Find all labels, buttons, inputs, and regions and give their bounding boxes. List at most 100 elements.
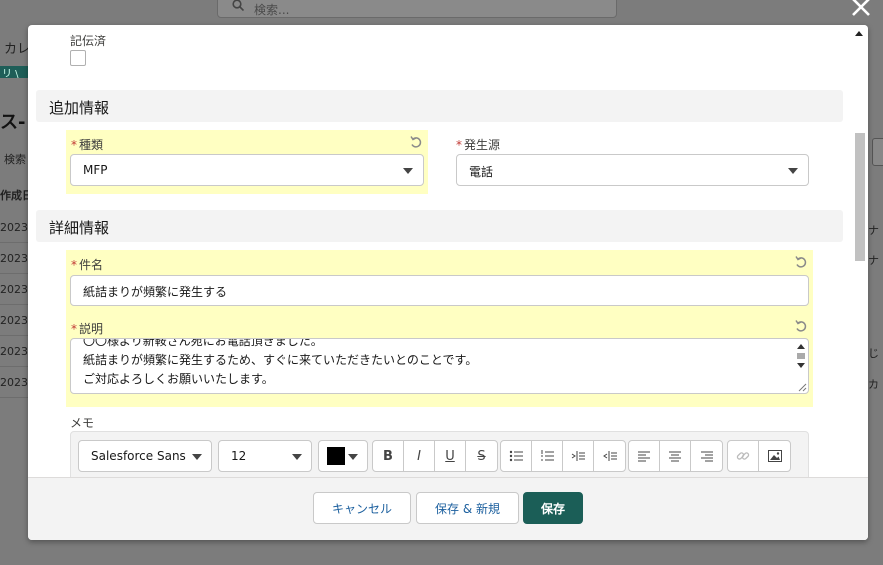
scroll-down-icon[interactable]	[797, 363, 805, 368]
align-center-button[interactable]	[660, 441, 691, 471]
modal-scrollbar[interactable]	[850, 25, 868, 540]
required-marker: *	[456, 138, 462, 152]
chevron-down-icon	[348, 454, 358, 460]
subject-field-label: * 件名	[71, 256, 103, 273]
origin-select-value: 電話	[469, 165, 494, 179]
required-marker: *	[71, 138, 77, 152]
font-size-value: 12	[231, 449, 247, 463]
bg-table-row: 2023/0	[0, 367, 39, 398]
link-icon	[736, 452, 750, 460]
type-select-value: MFP	[83, 163, 108, 177]
numbered-list-icon	[541, 450, 554, 461]
scroll-up-icon[interactable]	[855, 31, 863, 36]
type-field-label-text: 種類	[79, 138, 104, 152]
rich-text-toolbar: Salesforce Sans 12 B I U S	[70, 431, 809, 477]
global-search-placeholder: 検索...	[254, 3, 290, 17]
align-left-button[interactable]	[629, 441, 660, 471]
list-button-group	[500, 440, 626, 472]
font-family-select[interactable]: Salesforce Sans	[78, 440, 212, 472]
chevron-down-icon	[192, 454, 202, 460]
description-lines: 〇〇様より新鞍さん宛にお電話頂きました。 紙詰まりが頻繁に発生するため、すぐに来…	[83, 338, 478, 389]
align-right-button[interactable]	[691, 441, 722, 471]
format-button-group: B I U S	[372, 440, 498, 472]
global-search-box: 検索...	[217, 0, 617, 18]
bg-nav-tab: カレ	[4, 42, 31, 57]
bg-table-row: 2023/0	[0, 274, 39, 305]
bg-side-button	[872, 138, 883, 166]
bg-nav-band: リ \	[0, 66, 28, 80]
resize-handle-icon[interactable]	[798, 383, 807, 392]
bg-row-cell: じ	[868, 347, 879, 360]
required-marker: *	[71, 322, 77, 336]
chevron-down-icon	[403, 168, 413, 174]
strikethrough-icon: S	[477, 448, 486, 464]
underline-button[interactable]: U	[435, 441, 466, 471]
bg-table-row: 2023/0	[0, 305, 39, 336]
modal-body: 記伝済 追加情報 * 種類 MFP * 発生源 電話 詳細情報 * 件名 紙詰まりが頻…	[28, 25, 850, 477]
color-swatch	[327, 447, 345, 465]
scroll-thumb[interactable]	[855, 133, 865, 261]
font-size-select[interactable]: 12	[218, 440, 312, 472]
section-header-detail[interactable]: 詳細情報	[36, 210, 843, 242]
image-button[interactable]	[759, 441, 790, 471]
italic-button[interactable]: I	[404, 441, 435, 471]
search-icon	[232, 0, 244, 11]
insert-button-group	[727, 440, 791, 472]
align-right-icon	[700, 451, 713, 462]
bg-row-cell: カ	[868, 378, 879, 391]
checkbox-label: 記伝済	[70, 34, 107, 48]
subject-input[interactable]: 紙詰まりが頻繁に発生する	[70, 275, 809, 306]
scroll-thumb[interactable]	[797, 353, 805, 359]
chevron-down-icon	[292, 454, 302, 460]
origin-field-label-text: 発生源	[464, 138, 501, 152]
new-case-modal: 記伝済 追加情報 * 種類 MFP * 発生源 電話 詳細情報 * 件名 紙詰まりが頻…	[28, 25, 868, 540]
description-field-label-text: 説明	[79, 322, 104, 336]
link-button[interactable]	[728, 441, 759, 471]
font-family-value: Salesforce Sans	[91, 449, 186, 463]
bg-search-label: 検索	[4, 153, 26, 166]
description-line: 〇〇様より新鞍さん宛にお電話頂きました。	[83, 338, 323, 348]
description-line: 紙詰まりが頻繁に発生するため、すぐに来ていただきたいとのことです。	[83, 353, 478, 367]
description-field-label: * 説明	[71, 320, 103, 337]
bullet-list-button[interactable]	[501, 441, 532, 471]
subject-field-label-text: 件名	[79, 258, 104, 272]
numbered-list-button[interactable]	[532, 441, 563, 471]
description-line: ご対応よろしくお願いいたします。	[83, 372, 274, 386]
indent-icon	[571, 451, 585, 461]
description-textarea[interactable]: 〇〇様より新鞍さん宛にお電話頂きました。 紙詰まりが頻繁に発生するため、すぐに来…	[70, 338, 809, 394]
align-left-icon	[638, 451, 650, 462]
recorded-checkbox[interactable]	[70, 50, 86, 66]
save-and-new-button[interactable]: 保存 & 新規	[416, 492, 519, 524]
underline-icon: U	[445, 448, 455, 464]
strikethrough-button[interactable]: S	[466, 441, 497, 471]
chevron-down-icon	[788, 168, 798, 174]
bg-table-row: 2023/0	[0, 336, 39, 367]
align-button-group	[628, 440, 723, 472]
bg-row-cell: ナ	[868, 224, 879, 237]
bg-table-row: 2023/0	[0, 243, 39, 274]
bold-button[interactable]: B	[373, 441, 404, 471]
text-color-picker[interactable]	[318, 440, 368, 472]
undo-icon[interactable]	[794, 255, 808, 269]
type-field-label: * 種類	[71, 136, 103, 153]
bg-band-text: リ \	[2, 69, 19, 80]
indent-button[interactable]	[563, 441, 594, 471]
undo-icon[interactable]	[794, 319, 808, 333]
outdent-button[interactable]	[594, 441, 625, 471]
section-header-additional[interactable]: 追加情報	[36, 90, 843, 122]
type-select[interactable]: MFP	[70, 154, 424, 186]
required-marker: *	[71, 258, 77, 272]
undo-icon[interactable]	[409, 135, 423, 149]
close-icon[interactable]	[848, 0, 874, 20]
origin-field-label: * 発生源	[456, 136, 500, 153]
origin-select[interactable]: 電話	[456, 154, 809, 186]
save-button[interactable]: 保存	[523, 492, 583, 524]
outdent-icon	[602, 451, 617, 461]
bg-table-row: 2023/0	[0, 212, 39, 243]
scroll-up-icon[interactable]	[797, 344, 805, 349]
modal-footer: キャンセル 保存 & 新規 保存	[28, 477, 868, 540]
image-icon	[767, 450, 782, 462]
cancel-button[interactable]: キャンセル	[313, 492, 411, 524]
bold-icon: B	[383, 448, 393, 464]
bullet-list-icon	[509, 450, 523, 462]
